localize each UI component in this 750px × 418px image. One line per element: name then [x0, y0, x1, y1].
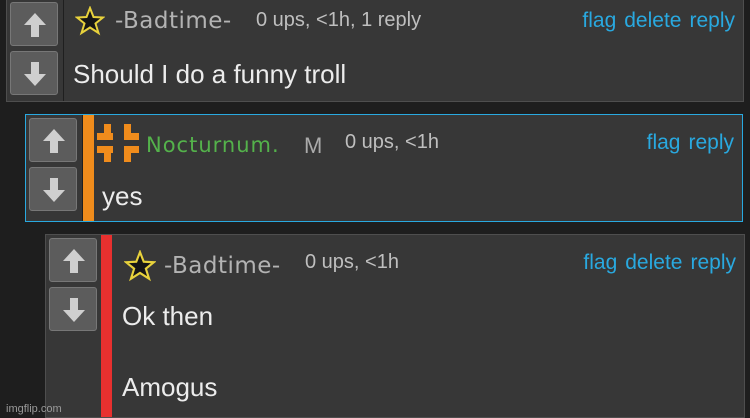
comment-meta: 0 ups, <1h, 1 reply	[256, 9, 422, 31]
comment-actions: flag reply	[647, 131, 734, 155]
mod-badge: M	[304, 133, 323, 158]
mod-color-bar	[83, 115, 94, 221]
delete-link[interactable]: delete	[624, 9, 681, 33]
arrow-down-icon	[63, 298, 85, 322]
username[interactable]: -Badtime-	[164, 253, 281, 279]
arrow-down-icon	[24, 62, 46, 86]
reply-link[interactable]: reply	[689, 9, 735, 33]
comment-text-line-1: Ok then	[122, 301, 214, 331]
flag-link[interactable]: flag	[583, 251, 617, 275]
plus-grid-icon	[97, 124, 139, 162]
star-icon	[75, 6, 105, 36]
comment-meta: 0 ups, <1h	[305, 251, 399, 273]
downvote-button[interactable]	[49, 287, 97, 331]
comment-actions: flag delete reply	[583, 251, 736, 275]
delete-link[interactable]: delete	[625, 251, 682, 275]
flag-link[interactable]: flag	[582, 9, 616, 33]
reply-link[interactable]: reply	[690, 251, 736, 275]
downvote-button[interactable]	[10, 51, 58, 95]
upvote-button[interactable]	[29, 118, 77, 162]
arrow-up-icon	[63, 249, 85, 273]
comment-2: Nocturnum. M 0 ups, <1h flag reply yes	[25, 114, 743, 222]
comment-3: -Badtime- 0 ups, <1h flag delete reply O…	[45, 234, 745, 418]
comment-text: Should I do a funny troll	[73, 59, 347, 89]
comment-text-line-2: Amogus	[122, 372, 218, 402]
reply-color-bar	[101, 235, 112, 417]
username[interactable]: -Badtime-	[115, 8, 232, 34]
watermark: imgflip.com	[6, 403, 62, 415]
comment-meta: 0 ups, <1h	[345, 131, 439, 153]
username[interactable]: Nocturnum.	[146, 133, 280, 157]
upvote-button[interactable]	[49, 238, 97, 282]
upvote-button[interactable]	[10, 2, 58, 46]
downvote-button[interactable]	[29, 167, 77, 211]
vote-column	[46, 235, 103, 417]
vote-column	[26, 115, 83, 221]
comment-1: -Badtime- 0 ups, <1h, 1 reply flag delet…	[6, 0, 744, 102]
star-icon	[124, 250, 156, 282]
comment-text: yes	[102, 181, 143, 211]
arrow-up-icon	[24, 13, 46, 37]
vote-column	[7, 0, 64, 101]
arrow-down-icon	[43, 178, 65, 202]
reply-link[interactable]: reply	[688, 131, 734, 155]
comment-actions: flag delete reply	[582, 9, 735, 33]
flag-link[interactable]: flag	[647, 131, 681, 155]
arrow-up-icon	[43, 129, 65, 153]
